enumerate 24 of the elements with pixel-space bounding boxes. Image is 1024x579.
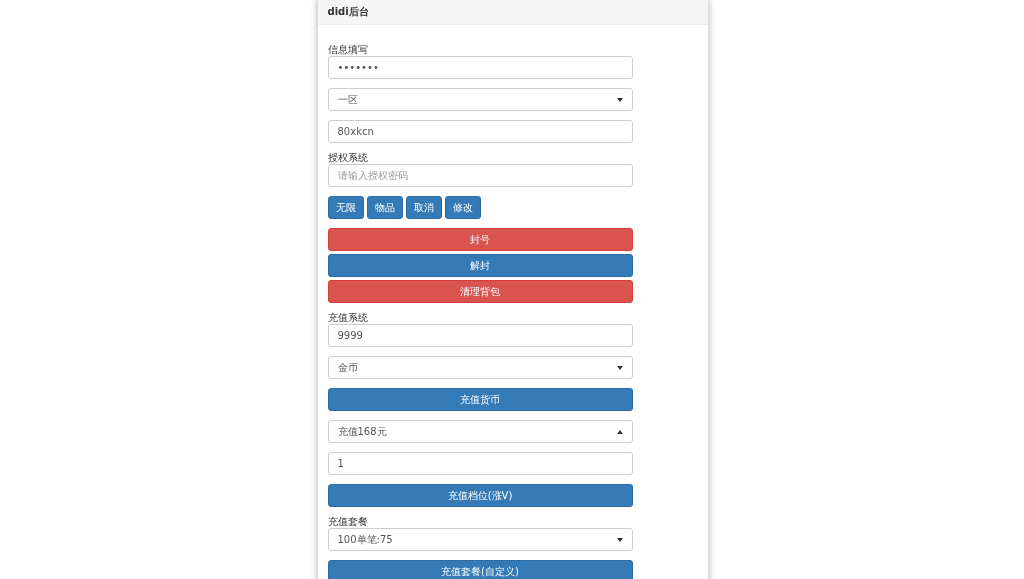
action-button[interactable]: 充值档位(涨V): [327, 484, 633, 507]
action-button[interactable]: 解封: [327, 254, 633, 277]
input-field[interactable]: 1: [327, 452, 633, 475]
panel-title: didi后台: [327, 5, 369, 19]
field-label: 充值系统: [327, 312, 369, 324]
action-button[interactable]: 清理背包: [327, 280, 633, 303]
action-button[interactable]: 无限: [327, 196, 364, 219]
input-field[interactable]: 80xkcn: [327, 120, 633, 143]
field-label: 授权系统: [327, 152, 369, 164]
input-field[interactable]: 9999: [327, 324, 633, 347]
input-field[interactable]: 请输入授权密码: [327, 164, 633, 187]
field-label: 充值套餐: [327, 516, 369, 528]
action-button[interactable]: 物品: [366, 196, 403, 219]
action-button[interactable]: 修改: [444, 196, 481, 219]
input-field[interactable]: •••••••: [327, 56, 633, 79]
select-field[interactable]: 100单笔:75: [327, 528, 633, 551]
field-label: 信息填写: [327, 44, 369, 56]
action-button[interactable]: 充值货币: [327, 388, 633, 411]
action-button[interactable]: 封号: [327, 228, 633, 251]
action-button[interactable]: 取消: [405, 196, 442, 219]
select-field[interactable]: 金币: [327, 356, 633, 379]
select-field[interactable]: 一区: [327, 88, 633, 111]
select-field[interactable]: 充值168元: [327, 420, 633, 443]
action-button[interactable]: 充值套餐(自定义): [327, 560, 633, 579]
